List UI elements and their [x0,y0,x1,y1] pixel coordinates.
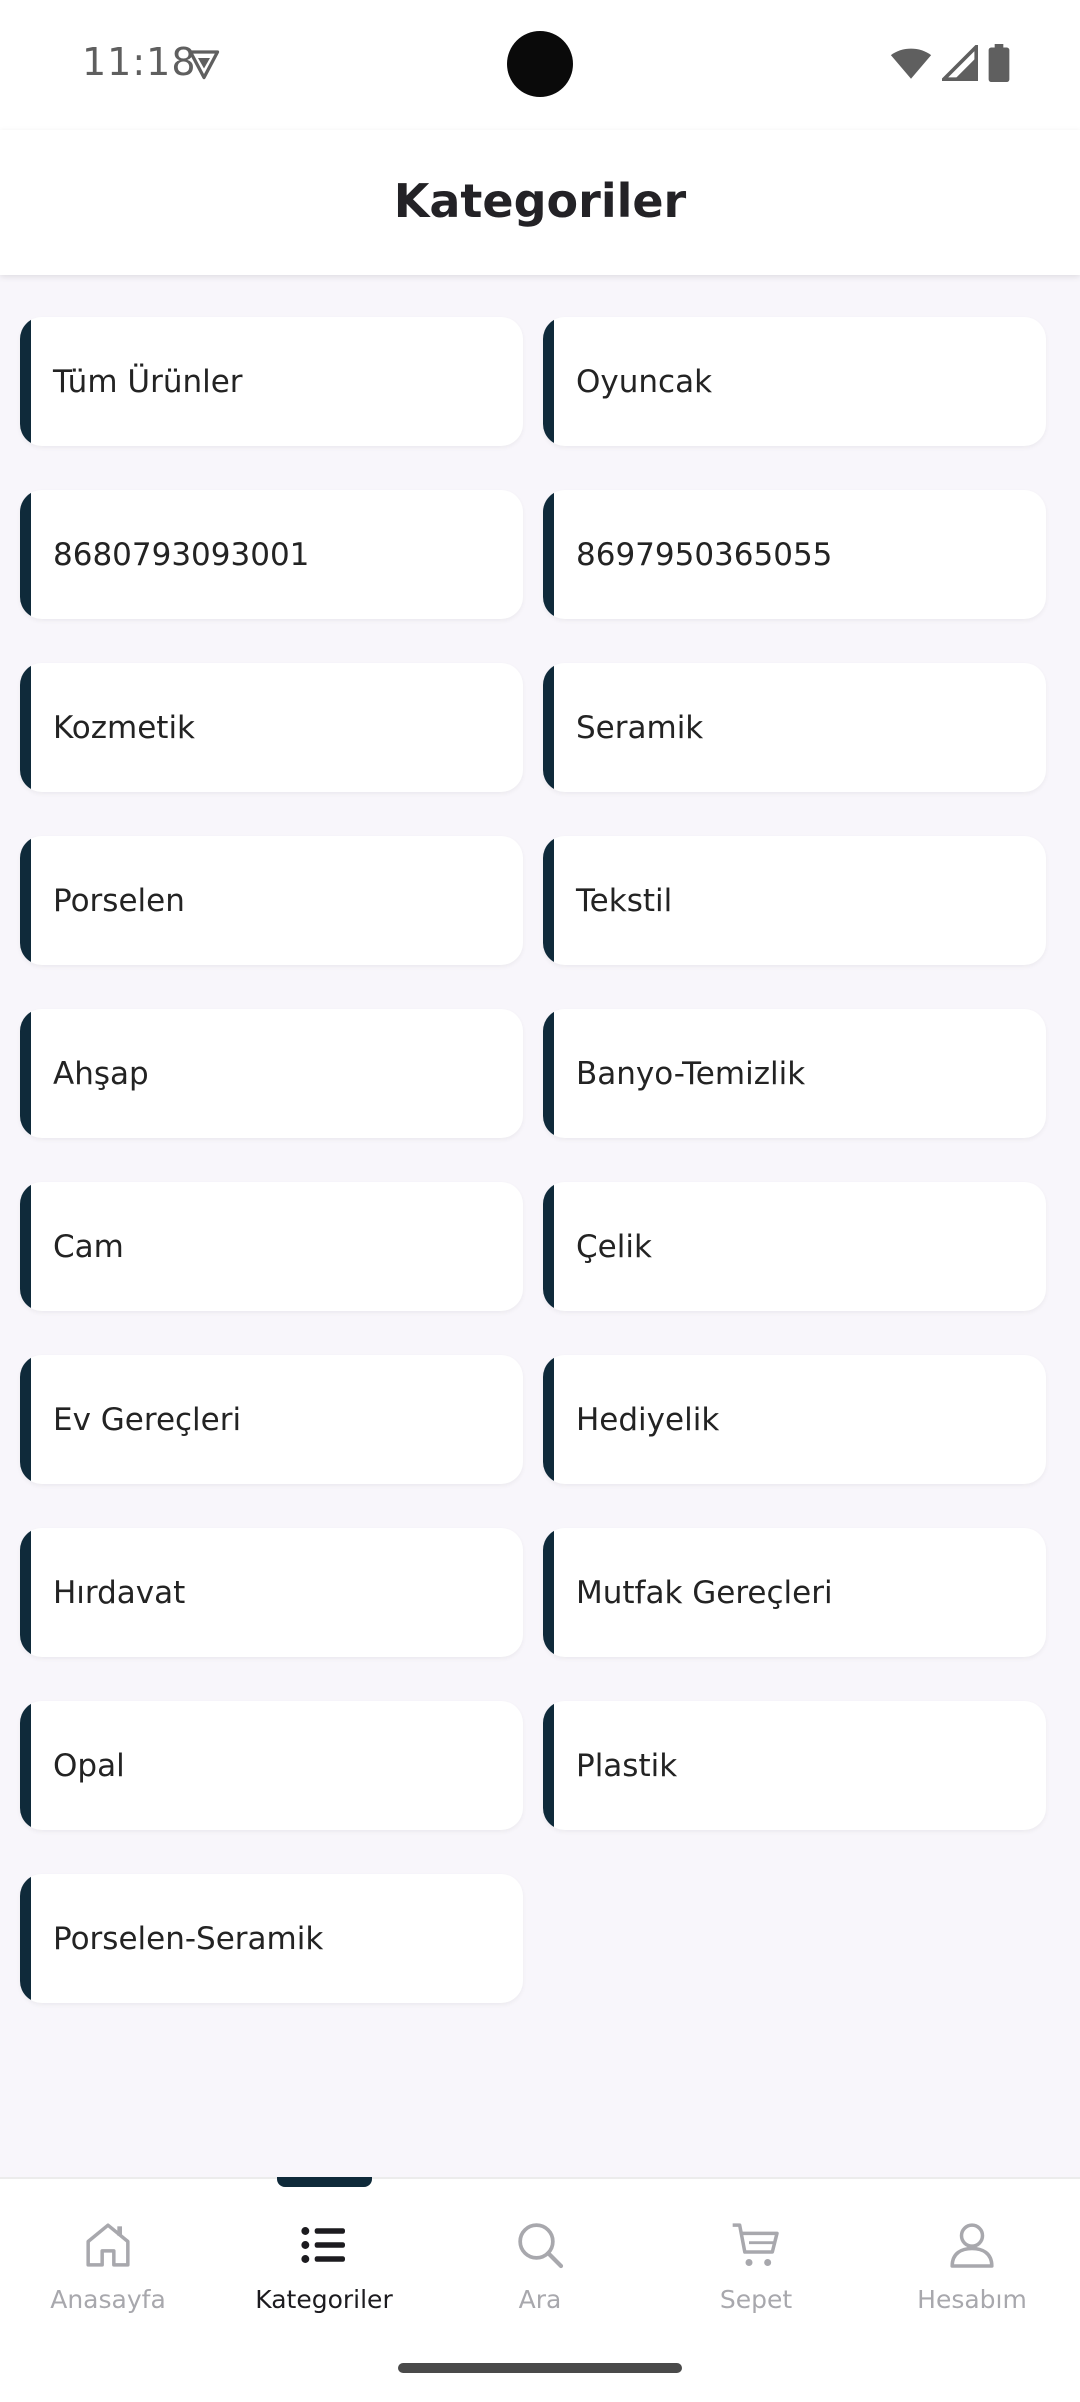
nav-item-list[interactable]: Kategoriler [216,2215,432,2335]
category-card[interactable]: Tekstil [543,836,1046,965]
category-accent-bar [543,1528,554,1657]
category-accent-bar [20,1701,31,1830]
category-accent-bar [543,1701,554,1830]
category-accent-bar [543,1009,554,1138]
category-accent-bar [543,317,554,446]
category-label: Ev Gereçleri [53,1401,242,1438]
category-accent-bar [20,1009,31,1138]
category-label: Seramik [576,709,704,746]
category-accent-bar [543,836,554,965]
category-card[interactable]: Ahşap [20,1009,523,1138]
nav-label: Kategoriler [255,2285,393,2314]
category-card[interactable]: Plastik [543,1701,1046,1830]
nav-item-home[interactable]: Anasayfa [0,2215,216,2335]
category-accent-bar [543,490,554,619]
category-card[interactable]: Çelik [543,1182,1046,1311]
category-accent-bar [543,1355,554,1484]
nav-item-account[interactable]: Hesabım [864,2215,1080,2335]
category-card[interactable]: Seramik [543,663,1046,792]
nav-item-search[interactable]: Ara [432,2215,648,2335]
category-card[interactable]: 8680793093001 [20,490,523,619]
category-accent-bar [20,836,31,965]
category-label: Oyuncak [576,363,713,400]
category-card[interactable]: Porselen [20,836,523,965]
category-card[interactable]: Opal [20,1701,523,1830]
account-icon [942,2215,1002,2275]
category-label: 8697950365055 [576,536,833,573]
category-accent-bar [20,317,31,446]
category-label: Kozmetik [53,709,196,746]
nav-item-cart[interactable]: Sepet [648,2215,864,2335]
gesture-handle [398,2363,682,2373]
search-icon [510,2215,570,2275]
nav-label: Ara [518,2285,562,2314]
category-card[interactable]: Kozmetik [20,663,523,792]
category-card[interactable]: Oyuncak [543,317,1046,446]
category-card[interactable]: 8697950365055 [543,490,1046,619]
nav-label: Sepet [719,2285,793,2314]
nav-label: Anasayfa [50,2285,166,2314]
category-card[interactable]: Hediyelik [543,1355,1046,1484]
nav-label: Hesabım [917,2285,1027,2314]
category-card[interactable]: Porselen-Seramik [20,1874,523,2003]
category-label: Plastik [576,1747,678,1784]
active-tab-indicator [277,2177,372,2187]
camera-cutout [507,31,573,97]
category-accent-bar [543,663,554,792]
category-card[interactable]: Ev Gereçleri [20,1355,523,1484]
category-card[interactable]: Tüm Ürünler [20,317,523,446]
category-label: Opal [53,1747,125,1784]
page-title: Kategoriler [393,174,687,228]
category-label: Hırdavat [53,1574,186,1611]
cellular-signal-icon [939,42,978,85]
category-card[interactable]: Banyo-Temizlik [543,1009,1046,1138]
category-accent-bar [20,1874,31,2003]
category-label: Porselen-Seramik [53,1920,324,1957]
home-icon [78,2215,138,2275]
category-label: Banyo-Temizlik [576,1055,806,1092]
category-accent-bar [20,490,31,619]
cart-icon [726,2215,786,2275]
category-card[interactable]: Cam [20,1182,523,1311]
category-grid: Tüm Ürünler Oyuncak 8680793093001 869795036… [20,317,1050,2003]
category-label: Cam [53,1228,124,1265]
category-label: Mutfak Gereçleri [576,1574,833,1611]
status-bar: 11:18 [0,0,1080,130]
category-accent-bar [20,1528,31,1657]
status-time: 11:18 [82,40,197,84]
category-card[interactable]: Mutfak Gereçleri [543,1528,1046,1657]
category-label: Tüm Ürünler [53,363,243,400]
category-accent-bar [20,1355,31,1484]
category-label: Ahşap [53,1055,149,1092]
category-label: 8680793093001 [53,536,310,573]
category-label: Tekstil [576,882,673,919]
status-icons [890,42,1010,86]
battery-icon [988,44,1010,86]
vpn-shield-icon [186,46,222,82]
category-accent-bar [543,1182,554,1311]
category-label: Hediyelik [576,1401,720,1438]
category-label: Porselen [53,882,185,919]
app-bar: Kategoriler [0,130,1080,275]
list-icon [294,2215,354,2275]
category-card[interactable]: Hırdavat [20,1528,523,1657]
category-accent-bar [20,663,31,792]
category-accent-bar [20,1182,31,1311]
wifi-icon [890,45,932,85]
category-label: Çelik [576,1228,652,1265]
